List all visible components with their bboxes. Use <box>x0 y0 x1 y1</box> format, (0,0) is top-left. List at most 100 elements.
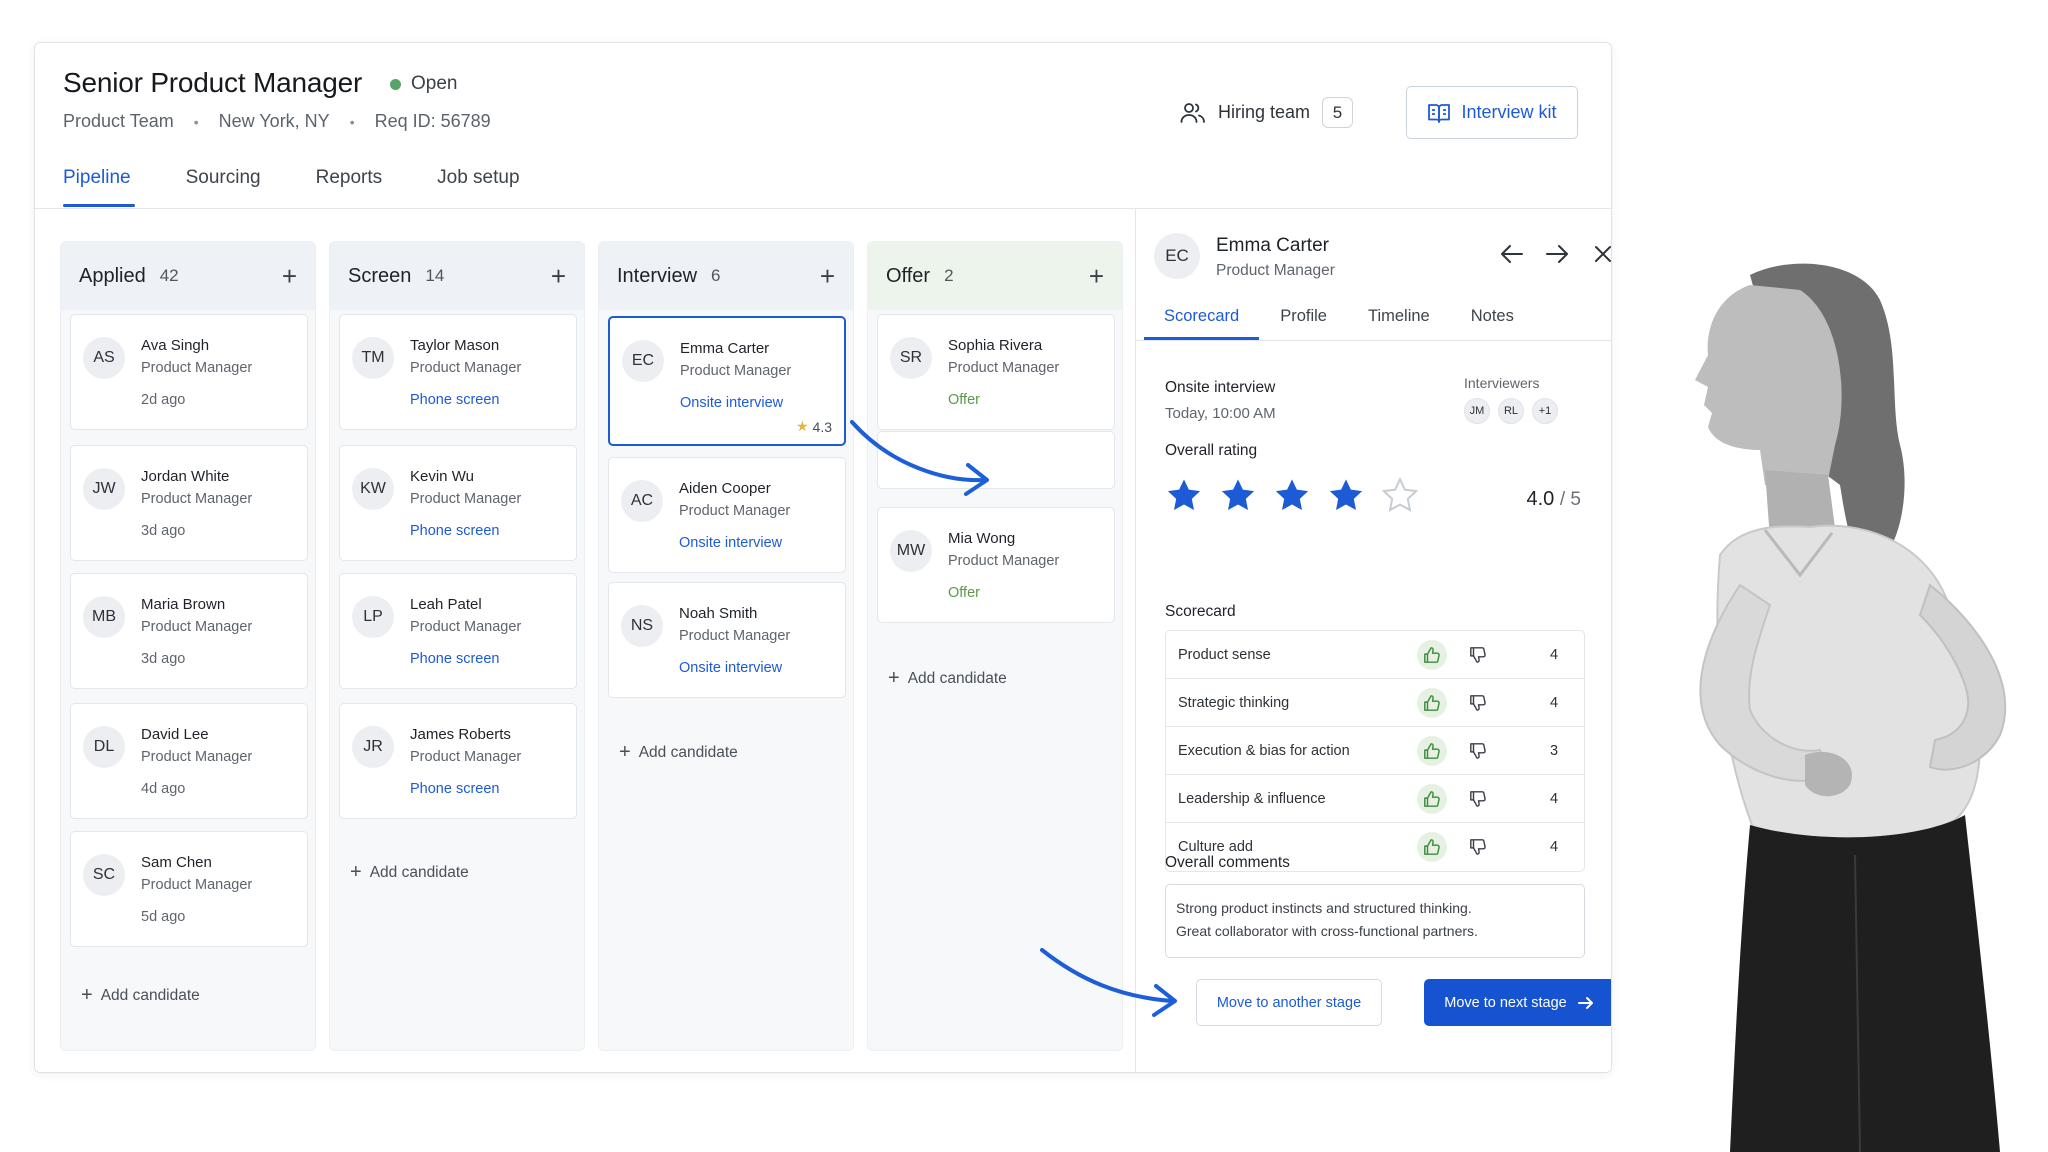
thumbs-up-button[interactable] <box>1417 832 1447 862</box>
star-icon: ★ <box>795 418 809 434</box>
avatar: DL <box>83 726 125 768</box>
thumbs-down-button[interactable] <box>1463 688 1493 718</box>
add-icon[interactable]: + <box>282 263 297 289</box>
move-to-next-stage-button[interactable]: Move to next stage <box>1424 979 1611 1026</box>
tab-reports[interactable]: Reports <box>316 167 383 207</box>
column-header: Applied 42 + <box>61 242 315 310</box>
interviewers-label: Interviewers <box>1464 375 1540 391</box>
candidate-card[interactable]: DL David Lee Product Manager 4d ago <box>70 703 308 819</box>
candidate-card[interactable]: TM Taylor Mason Product Manager Phone sc… <box>339 314 577 430</box>
add-icon[interactable]: + <box>551 263 566 289</box>
overall-comments-label: Overall comments <box>1165 854 1290 871</box>
card-rating-value: 4.3 <box>812 418 832 435</box>
tab-profile[interactable]: Profile <box>1280 307 1327 340</box>
star-filled-icon[interactable] <box>1327 477 1365 513</box>
candidate-name: Aiden Cooper <box>679 480 771 497</box>
candidate-stage-link[interactable]: Onsite interview <box>679 660 782 676</box>
candidate-card[interactable]: JR James Roberts Product Manager Phone s… <box>339 703 577 819</box>
tab-scorecard[interactable]: Scorecard <box>1143 307 1260 340</box>
candidate-stage-link[interactable]: Phone screen <box>410 781 499 797</box>
candidate-card[interactable]: SC Sam Chen Product Manager 5d ago <box>70 831 308 947</box>
main-tabs: Pipeline Sourcing Reports Job setup <box>63 167 520 207</box>
candidate-card[interactable]: SR Sophia Rivera Product Manager Offer <box>877 314 1115 430</box>
avatar: JM <box>1464 398 1490 424</box>
candidate-role: Product Manager <box>679 503 791 519</box>
add-candidate-button[interactable]: + Add candidate <box>350 861 469 884</box>
candidate-stage-link[interactable]: Onsite interview <box>679 535 782 551</box>
interview-title: Onsite interview <box>1165 379 1276 396</box>
hiring-team-button[interactable]: Hiring team 5 <box>1180 97 1354 128</box>
candidate-card[interactable]: MW Mia Wong Product Manager Offer <box>877 507 1115 623</box>
thumbs-up-button[interactable] <box>1417 688 1447 718</box>
column-applied: Applied 42 + AS Ava Singh Product Manage… <box>60 241 316 1051</box>
tab-notes[interactable]: Notes <box>1471 307 1514 340</box>
star-filled-icon[interactable] <box>1165 477 1203 513</box>
thumbs-down-button[interactable] <box>1463 832 1493 862</box>
woman-photo <box>1695 263 2007 1152</box>
thumbs-up-icon <box>1424 743 1440 759</box>
column-header: Offer 2 + <box>868 242 1122 310</box>
thumbs-down-icon <box>1470 647 1486 663</box>
move-to-next-stage-label: Move to next stage <box>1444 994 1567 1011</box>
tab-job-setup[interactable]: Job setup <box>437 167 519 207</box>
candidate-role: Product Manager <box>679 628 791 644</box>
rating-stars[interactable] <box>1165 477 1419 513</box>
add-candidate-button[interactable]: + Add candidate <box>619 741 738 764</box>
star-empty-icon[interactable] <box>1381 477 1419 513</box>
candidate-card-selected[interactable]: EC Emma Carter Product Manager Onsite in… <box>608 316 846 446</box>
candidate-card[interactable]: KW Kevin Wu Product Manager Phone screen <box>339 445 577 561</box>
panel-candidate-role: Product Manager <box>1216 262 1335 279</box>
panel-divider <box>1136 340 1611 341</box>
candidate-name: David Lee <box>141 726 209 743</box>
thumbs-down-button[interactable] <box>1463 736 1493 766</box>
candidate-card[interactable]: NS Noah Smith Product Manager Onsite int… <box>608 582 846 698</box>
candidate-stage-link[interactable]: Phone screen <box>410 392 499 408</box>
add-icon[interactable]: + <box>820 263 835 289</box>
drop-target[interactable] <box>877 431 1115 489</box>
tab-pipeline[interactable]: Pipeline <box>63 167 135 207</box>
add-candidate-label: Add candidate <box>907 669 1007 687</box>
interview-kit-button[interactable]: Interview kit <box>1406 86 1578 139</box>
candidate-card[interactable]: JW Jordan White Product Manager 3d ago <box>70 445 308 561</box>
candidate-age: 3d ago <box>141 651 186 667</box>
thumbs-up-button[interactable] <box>1417 640 1447 670</box>
candidate-card[interactable]: LP Leah Patel Product Manager Phone scre… <box>339 573 577 689</box>
candidate-card[interactable]: AC Aiden Cooper Product Manager Onsite i… <box>608 457 846 573</box>
star-filled-icon[interactable] <box>1219 477 1257 513</box>
add-candidate-button[interactable]: + Add candidate <box>888 667 1007 690</box>
previous-candidate-button[interactable] <box>1497 239 1527 269</box>
plus-icon: + <box>81 984 93 1006</box>
move-to-another-stage-button[interactable]: Move to another stage <box>1196 979 1382 1026</box>
candidate-card[interactable]: MB Maria Brown Product Manager 3d ago <box>70 573 308 689</box>
tab-sourcing[interactable]: Sourcing <box>186 167 261 207</box>
move-to-another-stage-label: Move to another stage <box>1216 994 1362 1011</box>
thumbs-up-button[interactable] <box>1417 736 1447 766</box>
avatar: AS <box>83 337 125 379</box>
thumbs-down-button[interactable] <box>1463 784 1493 814</box>
hiring-team-label: Hiring team <box>1218 102 1311 122</box>
tab-timeline[interactable]: Timeline <box>1368 307 1430 340</box>
avatar: EC <box>1154 233 1200 279</box>
candidate-stage-link[interactable]: Onsite interview <box>680 395 783 411</box>
candidate-age: 3d ago <box>141 523 186 539</box>
job-title: Senior Product Manager <box>63 67 363 98</box>
candidate-panel: EC Emma Carter Product Manager Scorecard <box>1135 209 1611 1072</box>
next-candidate-button[interactable] <box>1542 239 1572 269</box>
book-icon <box>1428 103 1451 123</box>
overall-rating-label: Overall rating <box>1165 442 1258 459</box>
candidate-stage-link[interactable]: Phone screen <box>410 523 499 539</box>
more-interviewers-badge[interactable]: +1 <box>1532 398 1558 424</box>
rating-value: 4.0 / 5 <box>1527 488 1582 511</box>
comments-field[interactable]: Strong product instincts and structured … <box>1165 884 1585 958</box>
add-icon[interactable]: + <box>1089 263 1104 289</box>
candidate-name: Jordan White <box>141 468 230 485</box>
add-candidate-button[interactable]: + Add candidate <box>81 984 200 1007</box>
avatar: RL <box>1498 398 1524 424</box>
thumbs-up-button[interactable] <box>1417 784 1447 814</box>
star-filled-icon[interactable] <box>1273 477 1311 513</box>
thumbs-down-button[interactable] <box>1463 640 1493 670</box>
scorecard-score: 4 <box>1550 646 1559 663</box>
people-icon <box>1180 102 1205 123</box>
candidate-stage-link[interactable]: Phone screen <box>410 651 499 667</box>
candidate-card[interactable]: AS Ava Singh Product Manager 2d ago <box>70 314 308 430</box>
